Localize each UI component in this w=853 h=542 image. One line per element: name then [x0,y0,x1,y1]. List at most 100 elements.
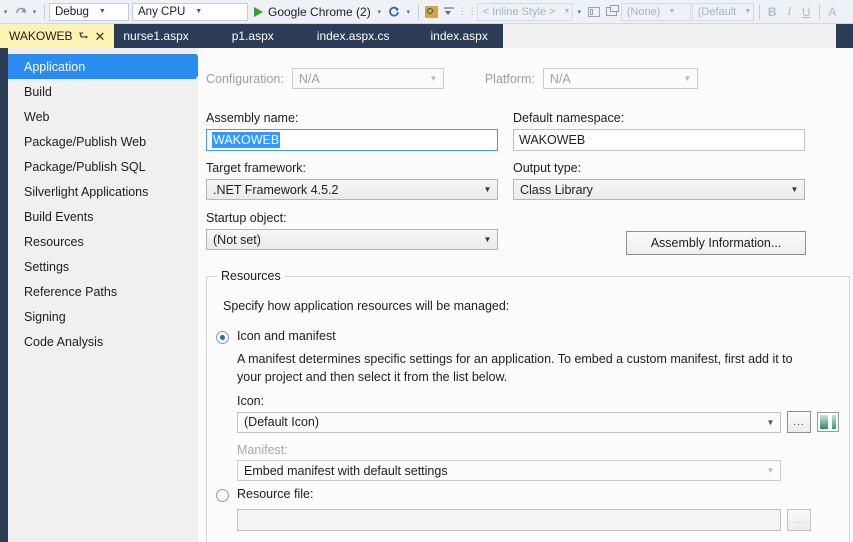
sidebar-item-resources[interactable]: Resources [8,229,198,254]
startup-object-value: (Not set) [213,232,261,247]
target-rule-value: (None) [626,5,661,18]
assembly-name-input[interactable]: WAKOWEB [206,129,498,151]
tab-index-aspx[interactable]: index.aspx [404,24,502,48]
output-type-combo[interactable]: Class Library ▼ [513,179,805,200]
icon-browse-button[interactable]: ... [787,411,811,433]
resource-file-input[interactable] [237,509,781,531]
chevron-down-icon: ▼ [563,8,571,15]
underline-button[interactable]: U [798,2,815,22]
application-settings-panel: Configuration: N/A ▼ Platform: N/A ▼ Ass… [198,48,853,542]
redo-arrow-icon[interactable] [11,2,29,22]
sidebar-item-label: Build Events [24,209,94,224]
platform-combo[interactable]: N/A ▼ [542,68,698,89]
output-type-value: Class Library [520,182,593,197]
sidebar-item-signing[interactable]: Signing [8,304,198,329]
target-framework-label: Target framework: [206,161,307,175]
solution-configuration-combo[interactable]: Debug ▼ [49,2,129,21]
inline-style-combo[interactable]: < Inline Style > ▼ [476,2,573,21]
sidebar-item-settings[interactable]: Settings [8,254,198,279]
visual-studio-window: ▾ ▾ Debug ▼ Any CPU ▼ Google Chrome (2) … [0,0,853,542]
tab-wakoweb[interactable]: WAKOWEB ⮑ ✕ [0,24,115,48]
resource-file-label: Resource file: [237,487,314,501]
browser-dropdown-arrow[interactable]: ▾ [374,2,385,22]
resource-file-browse-button[interactable]: ... [787,509,811,531]
find-magnifier-icon[interactable] [423,2,441,22]
refresh-icon[interactable] [385,2,403,22]
default-namespace-input[interactable]: WAKOWEB [513,129,805,151]
default-namespace-field: Default namespace: WAKOWEB [513,111,805,151]
sidebar-item-reference-paths[interactable]: Reference Paths [8,279,198,304]
assembly-information-button[interactable]: Assembly Information... [626,231,806,255]
sidebar-item-package-publish-web[interactable]: Package/Publish Web [8,129,198,154]
default-namespace-value: WAKOWEB [519,133,586,147]
chevron-down-icon: ▼ [483,185,492,194]
italic-button[interactable]: I [781,2,798,22]
bold-button[interactable]: B [764,2,781,22]
resources-group-box: Resources Specify how application resour… [206,269,850,542]
sidebar-item-build[interactable]: Build [8,79,198,104]
platform-value: N/A [549,71,571,86]
configuration-combo[interactable]: N/A ▼ [291,68,444,89]
redo-dropdown-arrow[interactable]: ▾ [29,2,40,22]
font-family-combo[interactable]: (Default ▼ [691,2,754,21]
manifest-combo[interactable]: Embed manifest with default settings ▼ [237,460,781,481]
sidebar-item-silverlight-applications[interactable]: Silverlight Applications [8,179,198,204]
document-tab-strip: WAKOWEB ⮑ ✕ nurse1.aspx p1.aspx index.as… [0,24,853,48]
close-icon[interactable]: ✕ [94,30,105,43]
chevron-down-icon: ▼ [766,417,775,427]
icon-combo[interactable]: (Default Icon) ▼ [237,411,781,433]
tab-p1-aspx[interactable]: p1.aspx [204,24,289,48]
startup-object-label: Startup object: [206,211,287,225]
inline-style-value: < Inline Style > [482,5,556,18]
sidebar-item-build-events[interactable]: Build Events [8,204,198,229]
start-debugging-label: Google Chrome (2) [268,4,371,19]
start-debugging-button[interactable]: Google Chrome (2) [251,2,374,22]
tab-index-aspx-cs[interactable]: index.aspx.cs [289,24,405,48]
tab-strip-empty-area [502,24,836,48]
manifest-field: Manifest: Embed manifest with default se… [237,443,781,481]
solution-platform-combo[interactable]: Any CPU ▼ [132,2,248,21]
toolbar-separator-2 [417,3,419,20]
float-window-icon[interactable] [603,2,621,22]
chevron-down-icon: ▼ [766,466,775,475]
output-type-field: Output type: Class Library ▼ [513,161,805,200]
chevron-down-icon: ▼ [429,74,438,83]
sidebar-item-web[interactable]: Web [8,104,198,129]
icon-label: Icon: [237,394,265,408]
sidebar-item-label: Application [24,59,86,74]
icon-input-row: (Default Icon) ▼ ... [237,411,839,433]
refresh-dropdown-arrow[interactable]: ▾ [403,2,414,22]
icon-and-manifest-radio-row[interactable]: Icon and manifest [216,329,336,344]
dotted-selection-icon[interactable]: ⋮⋮ [458,2,477,22]
chevron-down-icon: ▼ [790,185,799,194]
style-extra-arrow[interactable]: ▾ [574,2,585,22]
toolbar-overflow-left-arrow[interactable]: ▾ [0,2,11,22]
configuration-value: N/A [298,71,320,86]
default-namespace-label: Default namespace: [513,111,625,125]
configuration-label: Configuration: [206,71,284,86]
startup-object-combo[interactable]: (Not set) ▼ [206,229,498,250]
resource-file-radio-row[interactable]: Resource file: [216,487,313,502]
sidebar-item-label: Code Analysis [24,334,104,349]
sidebar-item-code-analysis[interactable]: Code Analysis [8,329,198,354]
pin-icon[interactable]: ⮑ [79,27,89,46]
platform-label: Platform: [484,71,535,86]
tab-label: p1.aspx [231,29,274,43]
radio-resource-file[interactable] [216,489,229,502]
project-properties-body: Application Build Web Package/Publish We… [0,48,853,542]
assembly-name-label: Assembly name: [206,111,299,125]
indent-icon[interactable] [441,2,459,22]
tab-nurse1-aspx[interactable]: nurse1.aspx [114,24,203,48]
font-color-button[interactable]: A [824,2,841,22]
chevron-down-icon: ▼ [668,8,676,15]
target-rule-combo[interactable]: (None) ▼ [620,2,691,21]
startup-object-field: Startup object: (Not set) ▼ [206,211,498,250]
toolbar-separator-1 [44,3,45,20]
target-framework-combo[interactable]: .NET Framework 4.5.2 ▼ [206,179,498,200]
sidebar-item-package-publish-sql[interactable]: Package/Publish SQL [8,154,198,179]
resources-description: Specify how application resources will b… [223,299,510,313]
radio-icon-and-manifest[interactable] [216,331,229,344]
sidebar-item-application[interactable]: Application [8,54,208,79]
sidebar-item-label: Web [24,109,50,124]
block-format-icon[interactable] [585,2,603,22]
